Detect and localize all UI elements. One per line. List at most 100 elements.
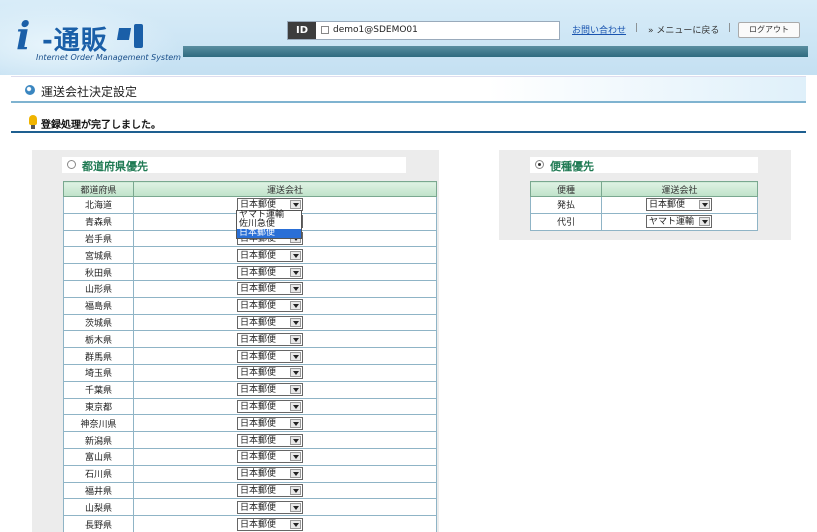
prefecture-name: 茨城県 [63,313,134,332]
carrier-cell: 日本郵便 [133,380,437,399]
carrier-select[interactable]: 日本郵便 [237,383,303,397]
carrier-select[interactable]: 日本郵便 [237,399,303,413]
chevron-down-icon[interactable] [290,301,301,311]
carrier-cell: 日本郵便 [133,447,437,466]
back-to-menu-link[interactable]: » メニューに戻る [648,23,719,36]
prefecture-name: 福島県 [63,296,134,315]
chevron-down-icon[interactable] [290,485,301,495]
title-bullet-icon [25,85,35,95]
chevron-down-icon[interactable] [290,351,301,361]
delivery-type-priority-label: 便種優先 [550,160,594,173]
logout-button[interactable]: ログアウト [738,22,800,38]
prefecture-name: 新潟県 [63,431,134,449]
carrier-cell: 日本郵便 [133,498,437,517]
chevron-down-icon[interactable] [290,284,301,294]
carrier-cell: 日本郵便 [133,397,437,416]
chevron-down-icon[interactable] [290,452,301,462]
prefecture-name: 山形県 [63,279,134,298]
table-row: 千葉県 日本郵便 [63,380,437,399]
carrier-select[interactable]: 日本郵便 [237,265,303,279]
table-row: 茨城県 日本郵便 [63,313,437,332]
table-row: 山梨県 日本郵便 [63,498,437,517]
user-id-box: ID demo1@SDEMO01 [287,21,560,40]
carrier-select[interactable]: 日本郵便 [237,416,303,430]
carrier-cell: 日本郵便 [133,330,437,349]
delivery-type-name: 代引 [530,212,602,231]
carrier-select[interactable]: 日本郵便 [237,315,303,329]
carrier-select-value: 日本郵便 [240,452,277,463]
notice-message: 登録処理が完了しました。 [41,120,161,131]
carrier-select[interactable]: 日本郵便 [237,248,303,262]
user-id: demo1@SDEMO01 [333,25,418,35]
table-row: 富山県 日本郵便 [63,447,437,466]
prefecture-name: 神奈川県 [63,414,134,433]
carrier-select[interactable]: 日本郵便 [237,500,303,514]
chevron-down-icon[interactable] [290,502,301,512]
chevron-down-icon[interactable] [290,418,301,428]
chevron-down-icon[interactable] [290,385,301,395]
dropdown-option[interactable]: 日本郵便 [237,229,301,238]
delivery-type-table: 便種 運送会社 発払 日本郵便 代引 ヤマト運輸 [530,181,758,231]
prefecture-name: 栃木県 [63,330,134,349]
carrier-select[interactable]: 日本郵便 [237,467,303,481]
contact-link[interactable]: お問い合わせ [572,23,626,36]
prefecture-priority-label: 都道府県優先 [82,160,148,173]
prefecture-name: 千葉県 [63,380,134,399]
carrier-cell: 日本郵便 [133,279,437,298]
carrier-cell: 日本郵便 [133,246,437,265]
chevron-down-icon[interactable] [290,317,301,327]
carrier-select[interactable]: ヤマト運輸 [646,215,712,229]
carrier-select[interactable]: 日本郵便 [237,299,303,313]
delivery-type-priority-panel: 便種優先 便種 運送会社 発払 日本郵便 代引 ヤマト運輸 [499,150,791,240]
chevron-down-icon[interactable] [290,200,301,210]
carrier-dropdown-list[interactable]: ヤマト運輸 佐川急便 日本郵便 [236,210,302,239]
chevron-down-icon[interactable] [290,519,301,529]
link-separator: | [635,23,639,33]
table-row: 群馬県 日本郵便 [63,347,437,365]
carrier-select[interactable]: 日本郵便 [237,517,303,531]
chevron-down-icon[interactable] [699,200,710,210]
column-header-carrier: 運送会社 [133,181,437,197]
page-title: 運送会社決定設定 [41,85,138,99]
carrier-select[interactable]: 日本郵便 [646,198,712,212]
header-bar [183,46,808,57]
carrier-cell: 日本郵便 [133,296,437,315]
delivery-type-name: 発払 [530,196,602,214]
carrier-select[interactable]: 日本郵便 [237,332,303,346]
chevron-down-icon[interactable] [290,250,301,260]
carrier-select-value: 日本郵便 [240,284,277,295]
prefecture-name: 東京都 [63,397,134,416]
carrier-select-value: 日本郵便 [240,469,277,480]
carrier-select[interactable]: 日本郵便 [237,282,303,296]
table-row: 埼玉県 日本郵便 [63,363,437,382]
carrier-select[interactable]: 日本郵便 [237,450,303,464]
carrier-select-value: 日本郵便 [240,301,277,312]
prefecture-name: 青森県 [63,212,134,231]
prefecture-priority-radio[interactable] [67,160,76,169]
delivery-type-priority-radio[interactable] [535,160,544,169]
chevron-down-icon[interactable] [290,267,301,277]
table-row: 山形県 日本郵便 [63,279,437,298]
carrier-select[interactable]: 日本郵便 [237,433,303,447]
carrier-cell: 日本郵便 [133,515,437,532]
chevron-down-icon[interactable] [290,435,301,445]
prefecture-name: 秋田県 [63,263,134,281]
chevron-down-icon[interactable] [699,217,710,227]
info-bulb-icon [29,115,37,129]
carrier-select[interactable]: 日本郵便 [237,483,303,497]
prefecture-name: 埼玉県 [63,363,134,382]
carrier-select-value: 日本郵便 [240,519,277,530]
carrier-select[interactable]: 日本郵便 [237,349,303,363]
chevron-down-icon[interactable] [290,469,301,479]
app-logo: i -通販 Internet Order Management System [16,16,186,66]
chevron-down-icon[interactable] [290,368,301,378]
carrier-cell: 日本郵便 [133,347,437,365]
column-header-prefecture: 都道府県 [63,181,134,197]
chevron-down-icon[interactable] [290,334,301,344]
chevron-down-icon[interactable] [290,401,301,411]
logo-name: -通販 [42,26,108,56]
carrier-select[interactable]: 日本郵便 [237,366,303,380]
prefecture-name: 富山県 [63,447,134,466]
prefecture-name: 石川県 [63,464,134,483]
id-label: ID [288,22,316,39]
